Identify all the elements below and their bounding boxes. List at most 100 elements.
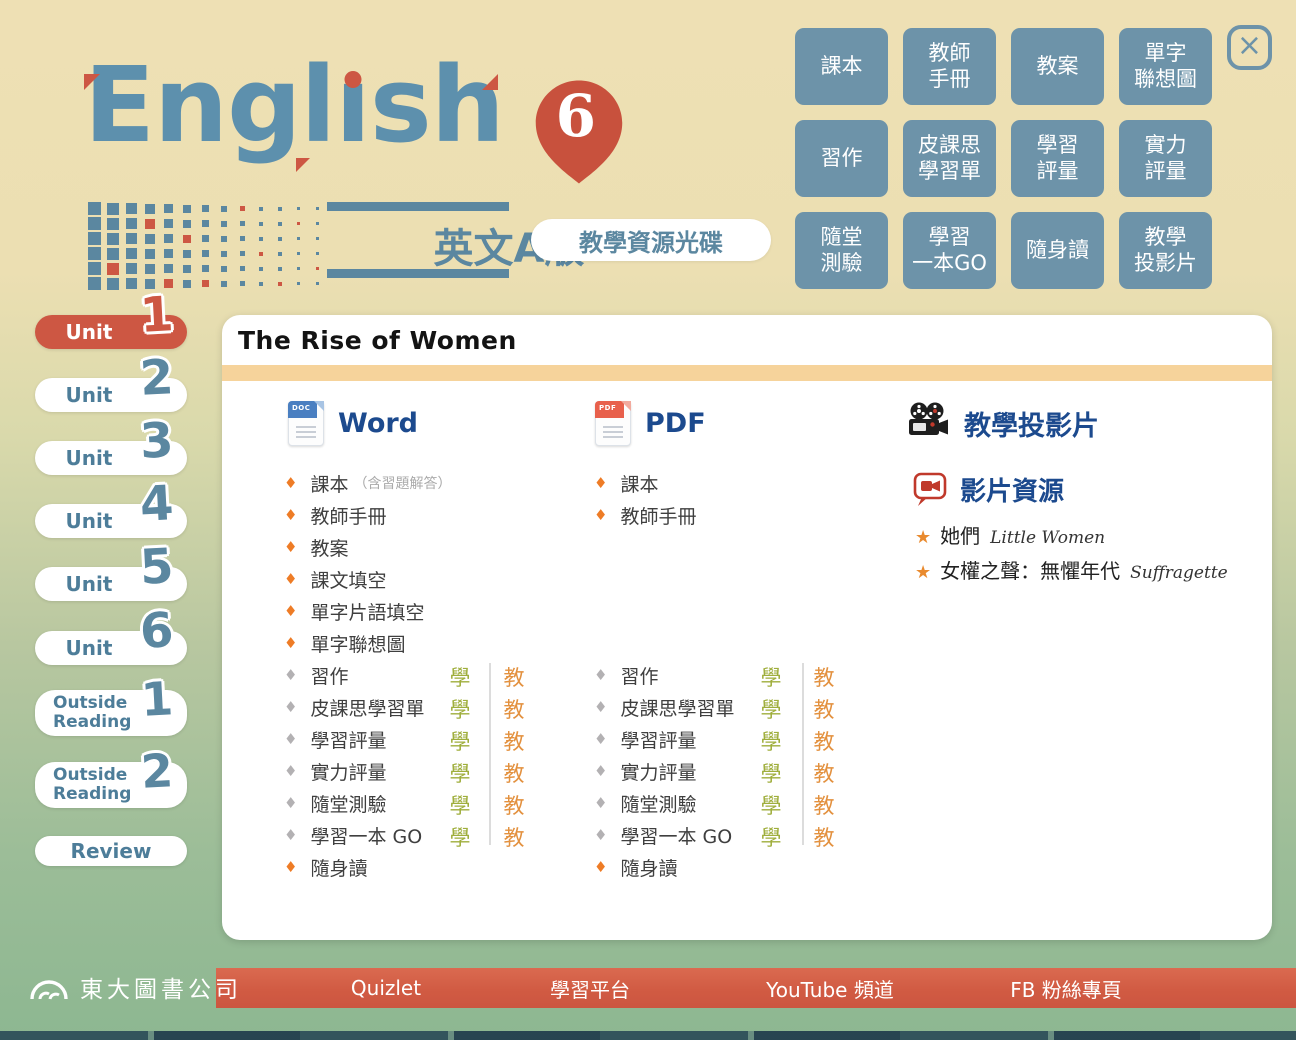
sidebar-item-unit-6[interactable]: Unit6 [35,631,187,665]
learn-button[interactable]: 學 [450,822,471,852]
doc-icon-band: PDF [595,401,624,418]
bottom-decor-strip [0,1031,1296,1040]
logo-accent [482,74,498,90]
learn-button[interactable]: 學 [761,822,782,852]
dot [240,221,245,226]
doc-item-隨身讀[interactable]: ♦隨身讀 [594,851,677,883]
teach-button[interactable]: 教 [814,694,835,724]
top-menu-button[interactable]: 單字 聯想圖 [1119,28,1212,105]
sidebar-item-unit-5[interactable]: Unit5 [35,567,187,601]
doc-item-label: 隨身讀 [310,854,367,881]
teach-button[interactable]: 教 [814,822,835,852]
dot [126,203,137,214]
dot [145,249,155,259]
teach-button[interactable]: 教 [814,790,835,820]
teach-button[interactable]: 教 [504,694,525,724]
learn-button[interactable]: 學 [761,726,782,756]
top-menu-button[interactable]: 隨身讀 [1011,212,1104,289]
doc-item-label: 學習一本 GO [620,822,732,849]
teach-button[interactable]: 教 [814,726,835,756]
diamond-bullet-icon: ♦ [284,666,297,684]
top-menu-button[interactable]: 教學 投影片 [1119,212,1212,289]
dot [202,280,209,287]
teach-button[interactable]: 教 [504,758,525,788]
logo-accent [296,158,310,172]
sidebar-item-number: 6 [138,606,174,656]
video-resources-header: 影片資源 [913,471,1064,508]
sidebar-item-number: 2 [138,353,174,403]
top-menu-button[interactable]: 皮課思 學習單 [903,120,996,197]
teach-button[interactable]: 教 [814,758,835,788]
edition-rule-bottom [327,269,509,278]
dot [107,278,119,290]
top-menu-button[interactable]: 學習 評量 [1011,120,1104,197]
top-menu-button[interactable]: 學習 一本GO [903,212,996,289]
doc-item-label: 隨堂測驗 [310,790,386,817]
dot [278,267,282,271]
learn-button[interactable]: 學 [450,726,471,756]
sidebar-item-review[interactable]: Review [35,836,187,866]
learn-button[interactable]: 學 [761,758,782,788]
dot [145,234,155,244]
top-menu-button[interactable]: 習作 [795,120,888,197]
video-link[interactable]: ★她們Little Women [915,520,1105,549]
teach-button[interactable]: 教 [504,726,525,756]
learn-button[interactable]: 學 [761,662,782,692]
doc-item-教案[interactable]: ♦教案 [284,531,348,563]
video-title-zh: 女權之聲：無懼年代 [940,555,1120,584]
dot [278,222,282,226]
teach-button[interactable]: 教 [504,822,525,852]
video-link[interactable]: ★女權之聲：無懼年代Suffragette [915,555,1228,584]
sidebar-item-outside-reading-2[interactable]: Outside Reading2 [35,762,187,808]
top-menu-button[interactable]: 教師 手冊 [903,28,996,105]
doc-item-單字片語填空[interactable]: ♦單字片語填空 [284,595,424,627]
dot [259,267,263,271]
learn-button[interactable]: 學 [450,694,471,724]
close-button[interactable]: × [1227,25,1272,70]
learn-button[interactable]: 學 [761,694,782,724]
doc-item-隨身讀[interactable]: ♦隨身讀 [284,851,367,883]
doc-item-課本[interactable]: ♦課本（含習題解答） [284,467,451,499]
doc-item-課文填空[interactable]: ♦課文填空 [284,563,386,595]
doc-icon-fold [314,401,324,411]
teach-button[interactable]: 教 [814,662,835,692]
learn-button[interactable]: 學 [450,758,471,788]
footer-link-2[interactable]: YouTube 頻道 [766,968,894,1008]
dot [221,251,227,257]
footer-link-bar: Quizlet 學習平台 YouTube 頻道 FB 粉絲專頁 [216,968,1296,1008]
dot [202,265,209,272]
dot [278,207,282,211]
sidebar-item-unit-1[interactable]: Unit1 [35,315,187,349]
doc-item-教師手冊[interactable]: ♦教師手冊 [594,499,696,531]
dot [183,220,191,228]
footer-link-3[interactable]: FB 粉絲專頁 [1010,968,1122,1008]
top-menu: 課本教師 手冊教案單字 聯想圖習作皮課思 學習單學習 評量實力 評量隨堂 測驗學… [795,28,1212,289]
diamond-bullet-icon: ♦ [594,506,607,524]
top-menu-button[interactable]: 隨堂 測驗 [795,212,888,289]
teach-button[interactable]: 教 [504,790,525,820]
sidebar-item-unit-3[interactable]: Unit3 [35,441,187,475]
top-menu-button[interactable]: 課本 [795,28,888,105]
learn-button[interactable]: 學 [450,790,471,820]
dot [126,278,137,289]
doc-item-label: 學習一本 GO [310,822,422,849]
doc-item-單字聯想圖[interactable]: ♦單字聯想圖 [284,627,405,659]
slides-header[interactable]: 教學投影片 [906,401,1099,445]
top-menu-button[interactable]: 實力 評量 [1119,120,1212,197]
dot [240,281,245,286]
sidebar-item-unit-2[interactable]: Unit2 [35,378,187,412]
word-doc-icon: DOC [288,401,324,446]
learn-button[interactable]: 學 [450,662,471,692]
sidebar-item-outside-reading-1[interactable]: Outside Reading1 [35,690,187,736]
teach-button[interactable]: 教 [504,662,525,692]
pdf-column-header: PDF PDF [595,401,706,446]
footer-link-0[interactable]: Quizlet [351,968,421,1008]
doc-item-教師手冊[interactable]: ♦教師手冊 [284,499,386,531]
doc-item-課本[interactable]: ♦課本 [594,467,658,499]
footer-link-1[interactable]: 學習平台 [550,968,630,1008]
app-window: Englısh 6 英文A版 教學資源光碟 課本教師 手冊教案單字 聯想圖習作皮… [0,0,1296,1040]
top-menu-button[interactable]: 教案 [1011,28,1104,105]
sidebar-item-unit-4[interactable]: Unit4 [35,504,187,538]
learn-button[interactable]: 學 [761,790,782,820]
doc-item-label: 皮課思學習單 [310,694,424,721]
